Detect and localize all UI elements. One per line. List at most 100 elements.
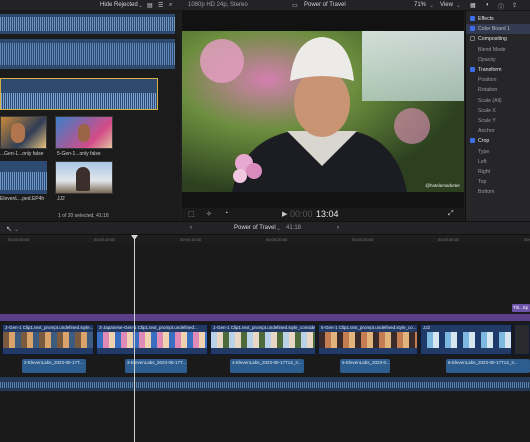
clip-thumbnail[interactable] <box>55 116 113 149</box>
clip-thumbnail[interactable] <box>55 161 113 194</box>
select-tool-icon[interactable]: ↖ <box>6 225 12 233</box>
inspector-row-transform[interactable]: Transform <box>466 65 530 75</box>
inspector-row-scale-y[interactable]: Scale Y <box>466 116 530 126</box>
title-bar-strip[interactable] <box>0 314 530 321</box>
inspector-row-color-board-1[interactable]: Color Board 1 <box>466 24 530 35</box>
tool-chevron-icon[interactable]: ⌄ <box>14 226 19 233</box>
inspector-row-right[interactable]: Right <box>466 167 530 177</box>
video-clip[interactable]: JJ2 <box>420 324 512 355</box>
inspector-label: Scale Y <box>478 118 496 124</box>
audio-clip[interactable]: 5-ElevenLabs_2023-0... <box>340 359 390 373</box>
filmstrip <box>211 332 315 348</box>
ruler-tick-label: 00:00:20:00 <box>266 237 288 242</box>
inspector-row-crop[interactable]: Crop <box>466 136 530 146</box>
inspector-label: Transform <box>478 67 502 73</box>
forward-arrow-icon[interactable]: › <box>337 225 339 231</box>
inspector-row-left[interactable]: Left <box>466 157 530 167</box>
inspector-label: Effects <box>478 16 494 22</box>
back-arrow-icon[interactable]: ‹ <box>190 225 192 231</box>
clapper-icon: ▭ <box>292 3 298 9</box>
audio-clip-thumbnail[interactable] <box>0 14 175 34</box>
zoom-chevron-icon[interactable]: ⌄ <box>429 2 434 9</box>
audio-clip-thumbnail[interactable] <box>0 161 47 194</box>
video-clip-label: 1-Gen-1 Clip1.text_prompt.undefined.styl… <box>213 325 316 330</box>
video-clip[interactable]: 2-Gen-1 Clip1.text_prompt.undefined.styl… <box>2 324 94 355</box>
inspector-tab-icon[interactable]: ▦ <box>470 2 476 9</box>
person-figure <box>76 167 90 191</box>
inspector-row-compositing[interactable]: Compositing <box>466 34 530 44</box>
video-clip[interactable]: 1-Gen-1 Clip1.text_prompt.undefined.styl… <box>210 324 316 355</box>
video-watermark: @hotelemarketer <box>425 183 460 188</box>
filter-dropdown[interactable]: Hide Rejected <box>100 2 138 8</box>
info-tab-icon[interactable]: ⓘ <box>498 2 504 11</box>
inspector-row-bottom[interactable]: Bottom <box>466 187 530 197</box>
playhead[interactable] <box>134 235 135 442</box>
audio-clip-thumbnail-selected[interactable] <box>0 78 158 110</box>
video-clip-end[interactable] <box>514 324 530 355</box>
timecode: 13:04 <box>316 209 339 219</box>
timeline-ruler[interactable]: 00:00:00:00 00:00:10:00 00:00:15:00 00:00:2… <box>0 235 530 243</box>
search-icon[interactable]: ⌕ <box>169 2 172 9</box>
inspector-label: Right <box>478 169 491 175</box>
audio-clip[interactable]: 4-ElevenLabs_2023-06-17T14_3... <box>230 359 304 373</box>
inspector-row-type[interactable]: Type <box>466 147 530 157</box>
checkbox[interactable] <box>470 67 475 72</box>
audio-lane-waveform[interactable] <box>0 377 530 391</box>
transform-icon[interactable]: ⬚ <box>188 210 195 218</box>
inspector-row-scale-all[interactable]: Scale (All) <box>466 96 530 106</box>
filter-tab-icon[interactable]: ◐ <box>486 2 490 8</box>
video-image <box>182 31 464 192</box>
inspector-row-anchor[interactable]: Anchor <box>466 126 530 136</box>
inspector-row-rotation[interactable]: Rotation <box>466 85 530 95</box>
selection-status: 1 of 20 selected, 41:18 <box>58 213 109 219</box>
clip-label: 5-Gen-1...only false <box>57 151 101 157</box>
inspector-row-effects[interactable]: Effects <box>466 14 530 24</box>
fullscreen-icon[interactable]: ⤢ <box>448 210 454 218</box>
checkbox[interactable] <box>470 36 475 42</box>
audio-clip[interactable]: 2-ElevenLabs_2023-06-17T... <box>22 359 86 373</box>
title-clip-label: Titl...Sp <box>513 305 529 310</box>
ruler-tick-label: 00:00:35:00 <box>524 237 530 242</box>
play-icon[interactable]: ▶ <box>282 210 287 218</box>
inspector-row-scale-x[interactable]: Scale X <box>466 106 530 116</box>
checkbox[interactable] <box>470 26 475 32</box>
filter-chevron-icon[interactable]: ⌄ <box>138 2 143 9</box>
inspector-row-top[interactable]: Top <box>466 177 530 187</box>
video-clip-label: 5-Gen-1 Clip1.text_prompt.undefined.styl… <box>321 325 417 330</box>
clip-thumbnail[interactable] <box>0 116 47 149</box>
waveform <box>0 382 530 388</box>
inspector-row-position[interactable]: Position <box>466 75 530 85</box>
view-menu[interactable]: View <box>440 2 453 8</box>
clip-label: ...Gen-1...only false <box>0 151 44 157</box>
audio-clip[interactable]: 6-ElevenLabs_2023-06-17T14_3... <box>446 359 530 373</box>
person-figure <box>78 124 90 142</box>
media-browser: ...Gen-1...only false 5-Gen-1...only fal… <box>0 11 180 221</box>
video-clip[interactable]: 5-Gen-1 Clip1.text_prompt.undefined.styl… <box>318 324 418 355</box>
project-chevron-icon[interactable]: ⌄ <box>276 225 281 232</box>
inspector-row-blend-mode[interactable]: Blend Mode <box>466 45 530 55</box>
view-chevron-icon[interactable]: ⌄ <box>456 2 461 9</box>
title-clip[interactable]: Titl...Sp <box>512 304 530 312</box>
audio-clip-label: 5-ElevenLabs_2023-0... <box>342 360 390 365</box>
zoom-level[interactable]: 71% <box>414 2 426 8</box>
inspector-label: Color Board 1 <box>478 26 511 33</box>
inspector-label: Compositing <box>478 36 507 43</box>
inspector-label: Position <box>478 77 497 84</box>
inspector-row-opacity[interactable]: Opacity <box>466 55 530 65</box>
checkbox[interactable] <box>470 16 475 21</box>
list-view-icon[interactable]: ☰ <box>158 2 163 9</box>
video-clip-label: 2-Gen-1 Clip1.text_prompt.undefined.styl… <box>5 325 94 330</box>
enhance-icon[interactable]: ✧ <box>206 210 212 218</box>
audio-clip-label: 3-ElevenLabs_2023-06-17T... <box>127 360 187 365</box>
share-icon[interactable]: ⇪ <box>512 2 517 9</box>
video-clip[interactable]: 3-Japanese-Gen-1 Clip1.text_prompt.undef… <box>96 324 208 355</box>
top-toolbar: Hide Rejected ⌄ ▤ ☰ ⌕ 1080p HD 24p, Ster… <box>0 0 530 11</box>
timeline-project-name[interactable]: Power of Travel <box>234 225 276 231</box>
audio-clip-thumbnail[interactable] <box>0 39 175 69</box>
inspector-panel: Effects Color Board 1 Compositing Blend Mod… <box>465 11 530 221</box>
inspector-label: Rotation <box>478 87 498 94</box>
speed-icon[interactable]: ◔ <box>224 210 228 217</box>
video-frame: @hotelemarketer <box>182 31 464 192</box>
checkbox[interactable] <box>470 138 475 144</box>
filmstrip-view-icon[interactable]: ▤ <box>147 2 153 9</box>
